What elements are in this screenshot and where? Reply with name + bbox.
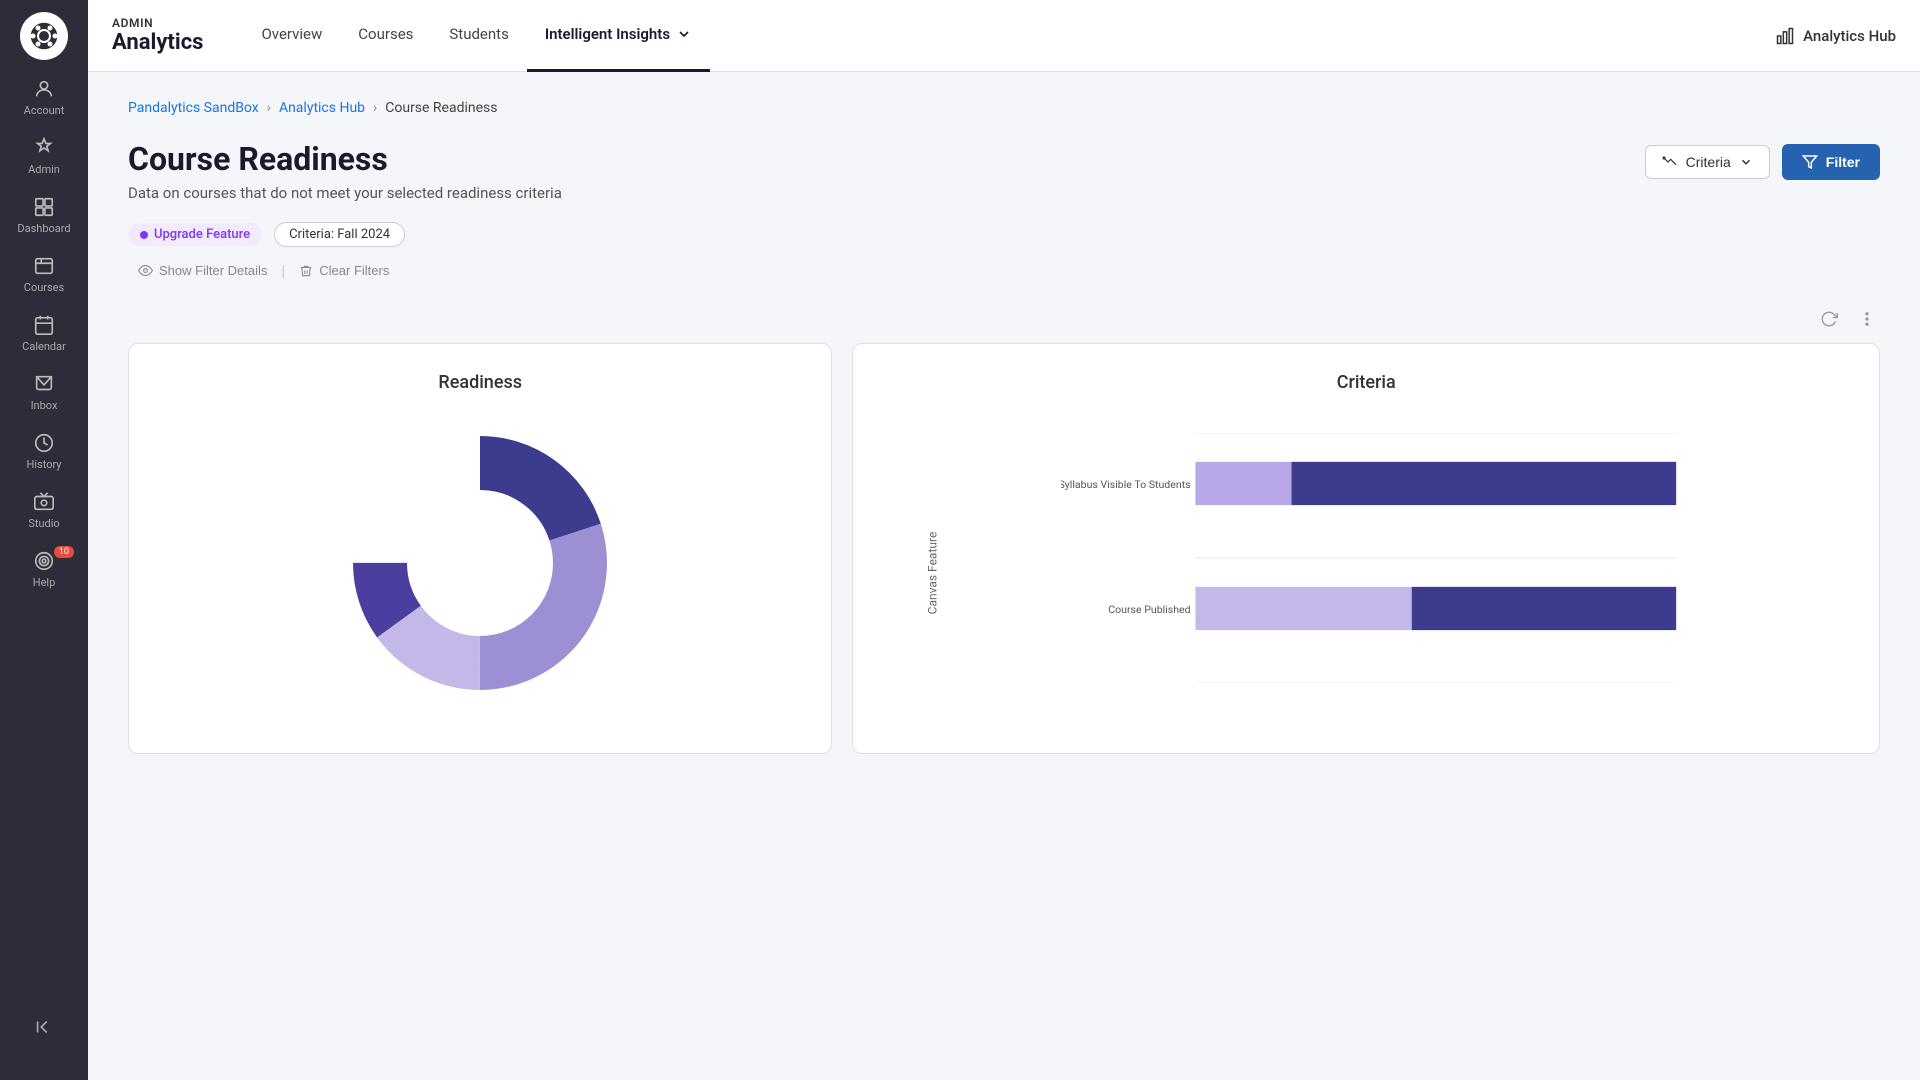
analytics-hub-icon <box>1775 26 1795 46</box>
clear-filters-button[interactable]: Clear Filters <box>289 259 399 282</box>
header-actions: Criteria Filter <box>1645 144 1880 180</box>
breadcrumb-pandalytics[interactable]: Pandalytics SandBox <box>128 100 259 116</box>
sidebar-item-studio[interactable]: Studio <box>0 481 88 540</box>
brand: ADMIN Analytics <box>112 16 203 55</box>
sidebar-item-calendar[interactable]: Calendar <box>0 304 88 363</box>
sidebar-item-calendar-label: Calendar <box>22 340 66 353</box>
main-area: ADMIN Analytics Overview Courses Student… <box>88 0 1920 1080</box>
bar1-seg1 <box>1196 462 1292 505</box>
more-options-button[interactable] <box>1854 306 1880 335</box>
help-badge: 10 <box>54 546 74 558</box>
page-title: Course Readiness <box>128 140 562 178</box>
breadcrumb-current: Course Readiness <box>385 100 497 116</box>
filter-actions: Show Filter Details | Clear Filters <box>128 259 1880 282</box>
sidebar-item-history[interactable]: History <box>0 422 88 481</box>
sidebar-item-account-label: Account <box>24 104 65 117</box>
sidebar-collapse-button[interactable] <box>23 1006 65 1052</box>
page-header: Course Readiness Data on courses that do… <box>128 140 1880 202</box>
analytics-hub-label[interactable]: Analytics Hub <box>1803 27 1896 45</box>
sidebar-item-inbox[interactable]: Inbox <box>0 363 88 422</box>
sidebar-item-dashboard-label: Dashboard <box>17 222 70 235</box>
criteria-icon <box>1662 154 1678 170</box>
breadcrumb-sep-2: › <box>373 100 377 116</box>
readiness-chart-card: Readiness <box>128 343 832 754</box>
readiness-chart-title: Readiness <box>157 372 803 393</box>
bar1-seg2 <box>1292 462 1677 505</box>
filter-sep: | <box>277 261 289 280</box>
sidebar-item-courses-label: Courses <box>24 281 64 294</box>
svg-text:Syllabus Visible To Students: Syllabus Visible To Students <box>1061 478 1191 491</box>
sidebar-item-help-label: Help <box>33 576 56 589</box>
global-chart-toolbar <box>128 306 1880 335</box>
app-logo[interactable] <box>20 12 68 60</box>
sidebar-item-admin[interactable]: Admin <box>0 127 88 186</box>
chevron-down-icon <box>1739 155 1753 169</box>
breadcrumb-analytics-hub[interactable]: Analytics Hub <box>279 100 365 116</box>
sidebar-item-courses[interactable]: Courses <box>0 245 88 304</box>
filter-icon <box>1802 154 1818 170</box>
show-filter-details-button[interactable]: Show Filter Details <box>128 259 277 282</box>
nav-courses[interactable]: Courses <box>340 0 431 72</box>
nav-students[interactable]: Students <box>431 0 526 72</box>
brand-name-label: Analytics <box>112 30 203 55</box>
refresh-button[interactable] <box>1816 306 1842 335</box>
sidebar-item-dashboard[interactable]: Dashboard <box>0 186 88 245</box>
bar2-seg2 <box>1412 587 1676 630</box>
sidebar-item-history-label: History <box>27 458 62 471</box>
sidebar: Account Admin Dashboard Courses Calendar <box>0 0 88 1080</box>
top-nav: ADMIN Analytics Overview Courses Student… <box>88 0 1920 72</box>
criteria-button[interactable]: Criteria <box>1645 145 1770 179</box>
criteria-chart-title: Criteria <box>881 372 1851 393</box>
nav-overview[interactable]: Overview <box>243 0 340 72</box>
eye-icon <box>138 263 153 278</box>
nav-links: Overview Courses Students Intelligent In… <box>243 0 710 72</box>
sidebar-item-account[interactable]: Account <box>0 68 88 127</box>
breadcrumb-sep-1: › <box>267 100 271 116</box>
sidebar-item-admin-label: Admin <box>28 163 60 176</box>
criteria-chart-card: Criteria Canvas Feature 0 <box>852 343 1880 754</box>
donut-hole <box>418 501 542 625</box>
filter-button[interactable]: Filter <box>1782 144 1880 180</box>
brand-admin-label: ADMIN <box>112 16 203 30</box>
filter-badges-row: Upgrade Feature Criteria: Fall 2024 <box>128 222 1880 247</box>
y-axis-label: Canvas Feature <box>926 532 940 615</box>
bar-chart-container: Canvas Feature 0 10 20 30 <box>881 413 1851 733</box>
page-subtitle: Data on courses that do not meet your se… <box>128 184 562 202</box>
trash-icon <box>299 264 313 278</box>
sidebar-item-help[interactable]: 10 Help <box>0 540 88 599</box>
donut-chart-container <box>157 413 803 713</box>
nav-intelligent-insights[interactable]: Intelligent Insights <box>527 0 710 72</box>
bar-chart-svg: 0 10 20 30 40 Syllabus Visible To Studen… <box>1061 433 1811 683</box>
breadcrumb: Pandalytics SandBox › Analytics Hub › Co… <box>128 100 1880 116</box>
content-area: Pandalytics SandBox › Analytics Hub › Co… <box>88 72 1920 1080</box>
charts-row: Readiness <box>128 343 1880 754</box>
chevron-down-icon <box>676 26 692 42</box>
sidebar-item-inbox-label: Inbox <box>31 399 58 412</box>
criteria-badge[interactable]: Criteria: Fall 2024 <box>274 222 405 247</box>
nav-right: Analytics Hub <box>1775 26 1896 46</box>
sidebar-item-studio-label: Studio <box>28 517 59 530</box>
upgrade-feature-badge[interactable]: Upgrade Feature <box>128 223 262 246</box>
upgrade-dot <box>140 231 148 239</box>
bar2-seg1 <box>1196 587 1412 630</box>
svg-text:Course Published: Course Published <box>1109 603 1191 616</box>
page-title-area: Course Readiness Data on courses that do… <box>128 140 562 202</box>
